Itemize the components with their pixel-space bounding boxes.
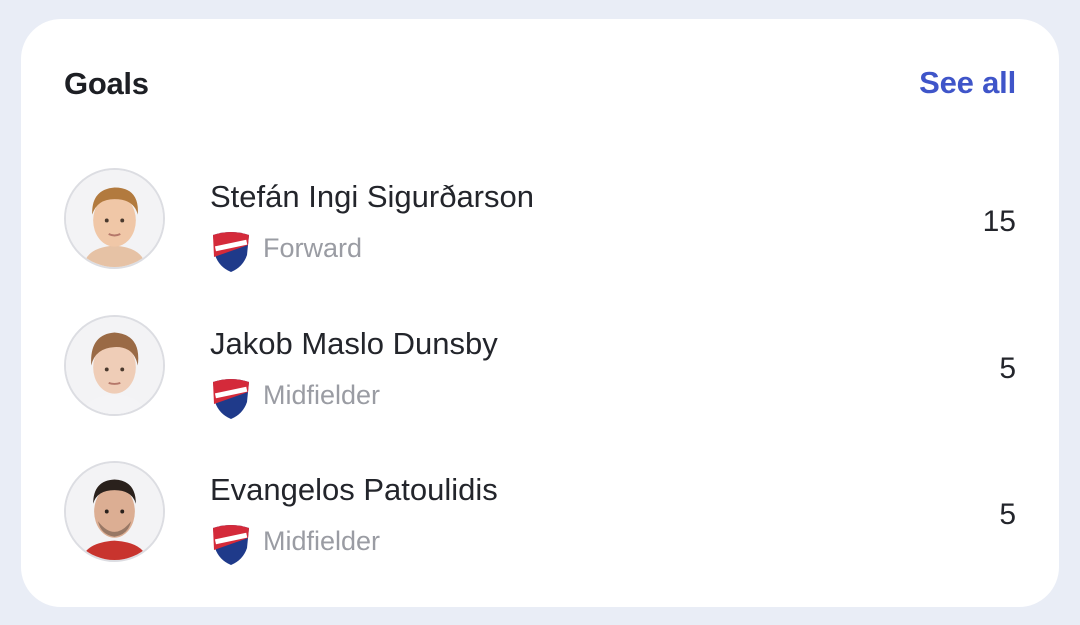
sandefjord-crest-icon bbox=[211, 376, 251, 420]
see-all-link[interactable]: See all bbox=[919, 65, 1016, 101]
player-avatar bbox=[64, 168, 165, 269]
player-photo-icon bbox=[66, 317, 163, 414]
sandefjord-crest-icon bbox=[211, 229, 251, 273]
player-name: Stefán Ingi Sigurðarson bbox=[210, 179, 534, 214]
player-avatar bbox=[64, 315, 165, 416]
player-position: Forward bbox=[263, 233, 363, 263]
goals-count: 15 bbox=[982, 205, 1016, 238]
player-row[interactable]: Evangelos Patoulidis Midfielder 5 bbox=[21, 446, 1059, 576]
player-name: Jakob Maslo Dunsby bbox=[210, 326, 498, 361]
player-avatar bbox=[64, 461, 165, 562]
player-row[interactable]: Jakob Maslo Dunsby Midfielder 5 bbox=[21, 300, 1059, 430]
player-position: Midfielder bbox=[263, 526, 381, 556]
card-title: Goals bbox=[64, 66, 149, 101]
player-position: Midfielder bbox=[263, 380, 381, 410]
player-name: Evangelos Patoulidis bbox=[210, 472, 498, 507]
player-row[interactable]: Stefán Ingi Sigurðarson Forward 15 bbox=[21, 153, 1059, 283]
player-photo-icon bbox=[66, 463, 163, 560]
goals-count: 5 bbox=[999, 352, 1016, 385]
player-photo-icon bbox=[66, 170, 163, 267]
goals-count: 5 bbox=[999, 498, 1016, 531]
sandefjord-crest-icon bbox=[211, 522, 251, 566]
goals-card: Goals See all Stefán Ingi Sigurðarson Fo… bbox=[21, 19, 1059, 607]
